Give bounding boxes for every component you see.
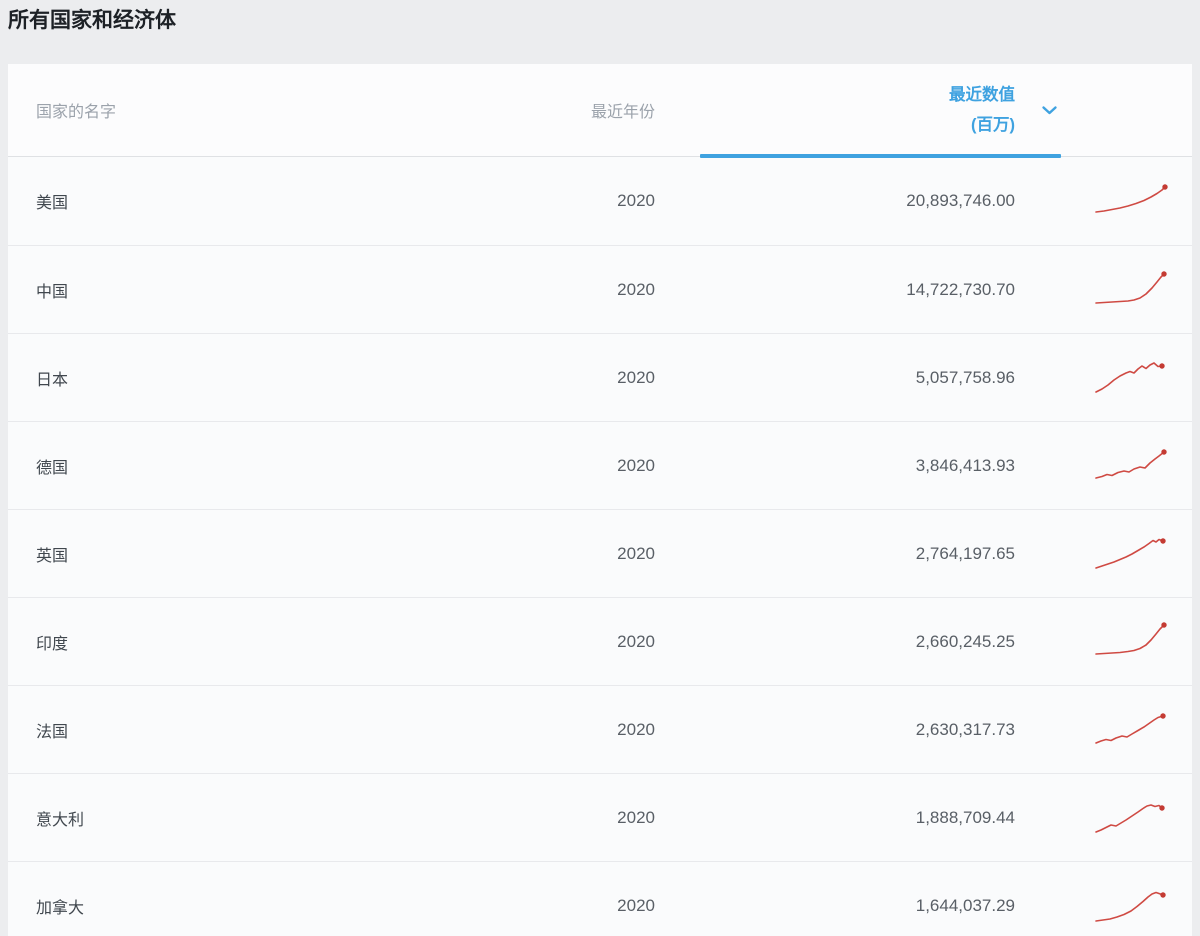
year-cell: 2020 [617, 895, 655, 915]
sparkline-chart [1095, 712, 1166, 744]
country-name[interactable]: 意大利 [8, 806, 535, 830]
country-name[interactable]: 美国 [8, 189, 535, 213]
sparkline-chart [1095, 184, 1168, 213]
year-cell: 2020 [617, 279, 655, 299]
sparkline-chart [1095, 537, 1166, 569]
table-row[interactable]: 日本 2020 5,057,758.96 [8, 333, 1192, 421]
sparkline-cell [1015, 532, 1192, 576]
table-row[interactable]: 加拿大 2020 1,644,037.29 [8, 861, 1192, 936]
year-cell: 2020 [617, 631, 655, 651]
column-header-sort-area [1015, 105, 1192, 116]
year-cell: 2020 [617, 367, 655, 387]
table-header-row: 国家的名字 最近年份 最近数值 (百万) [8, 64, 1192, 158]
column-header-value-line1: 最近数值 [949, 86, 1015, 104]
table-row[interactable]: 中国 2020 14,722,730.70 [8, 245, 1192, 333]
column-header-value-line2: (百万) [971, 116, 1015, 134]
column-header-country[interactable]: 国家的名字 [8, 98, 535, 122]
sparkline-cell [1015, 444, 1192, 488]
country-name[interactable]: 法国 [8, 718, 535, 742]
table-row[interactable]: 意大利 2020 1,888,709.44 [8, 773, 1192, 861]
year-cell: 2020 [617, 719, 655, 739]
value-cell: 20,893,746.00 [906, 191, 1015, 210]
country-name[interactable]: 加拿大 [8, 894, 535, 918]
value-cell: 2,764,197.65 [915, 543, 1015, 563]
sparkline-chart [1095, 448, 1167, 479]
sparkline-chart [1095, 891, 1166, 922]
table-row[interactable]: 美国 2020 20,893,746.00 [8, 157, 1192, 245]
chevron-down-icon[interactable] [1041, 105, 1058, 116]
sparkline-cell [1015, 884, 1192, 928]
year-cell: 2020 [617, 807, 655, 827]
sparkline-chart [1095, 621, 1167, 655]
country-name[interactable]: 中国 [8, 278, 535, 302]
sparkline-cell [1015, 268, 1192, 312]
value-cell: 1,888,709.44 [915, 807, 1015, 827]
sorted-column-underline [700, 154, 1061, 158]
sparkline-cell [1015, 620, 1192, 664]
table-row[interactable]: 英国 2020 2,764,197.65 [8, 509, 1192, 597]
value-cell: 2,660,245.25 [915, 631, 1015, 651]
country-name[interactable]: 英国 [8, 542, 535, 566]
country-name[interactable]: 日本 [8, 366, 535, 390]
country-name[interactable]: 印度 [8, 630, 535, 654]
year-cell: 2020 [617, 543, 655, 563]
sparkline-chart [1095, 803, 1165, 833]
sparkline-cell [1015, 708, 1192, 752]
year-cell: 2020 [617, 455, 655, 475]
table-body: 美国 2020 20,893,746.00 中国 2020 14,722,730… [8, 157, 1192, 936]
year-cell: 2020 [617, 191, 655, 210]
sparkline-cell [1015, 179, 1192, 223]
value-cell: 5,057,758.96 [915, 367, 1015, 387]
column-header-value[interactable]: 最近数值 (百万) [655, 80, 1015, 140]
country-name[interactable]: 德国 [8, 454, 535, 478]
page: 所有国家和经济体 国家的名字 最近年份 最近数值 (百万) 美国 2020 20… [0, 0, 1200, 936]
page-title: 所有国家和经济体 [8, 9, 176, 32]
sparkline-chart [1095, 270, 1167, 304]
countries-table: 国家的名字 最近年份 最近数值 (百万) 美国 2020 20,893,746.… [8, 64, 1192, 936]
table-row[interactable]: 德国 2020 3,846,413.93 [8, 421, 1192, 509]
table-row[interactable]: 法国 2020 2,630,317.73 [8, 685, 1192, 773]
table-row[interactable]: 印度 2020 2,660,245.25 [8, 597, 1192, 685]
value-cell: 1,644,037.29 [915, 895, 1015, 915]
column-header-year[interactable]: 最近年份 [535, 98, 655, 122]
value-cell: 14,722,730.70 [906, 279, 1015, 299]
value-cell: 2,630,317.73 [915, 719, 1015, 739]
value-cell: 3,846,413.93 [915, 455, 1015, 475]
sparkline-chart [1095, 361, 1165, 393]
sparkline-cell [1015, 796, 1192, 840]
sparkline-cell [1015, 356, 1192, 400]
